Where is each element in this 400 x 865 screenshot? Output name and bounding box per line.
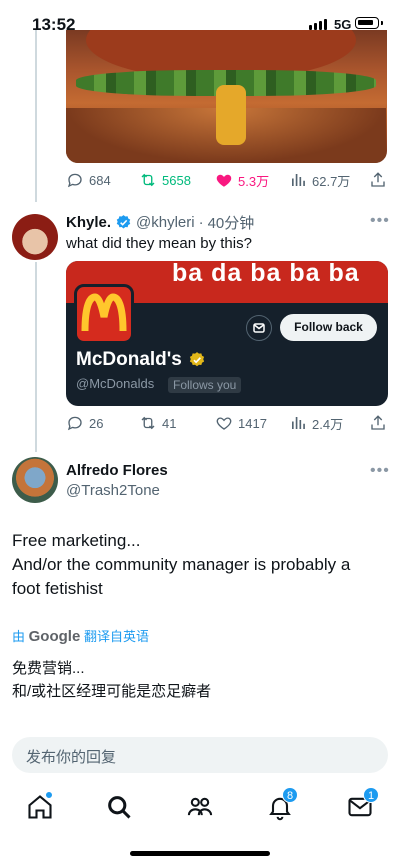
profile-card[interactable]: ba da ba ba ba Follow back McDonald's @M…	[66, 261, 388, 406]
views-count: 62.7万	[312, 173, 351, 189]
tweet-line: And/or the community manager is probably…	[12, 555, 351, 574]
like-count: 1417	[238, 415, 267, 431]
reply-placeholder: 发布你的回复	[26, 749, 117, 766]
home-icon[interactable]	[26, 791, 54, 821]
more-options-icon[interactable]: •••	[370, 462, 390, 480]
reply-count: 684	[89, 172, 111, 188]
share-button[interactable]	[369, 414, 387, 432]
author-name[interactable]: Alfredo Flores	[66, 462, 168, 479]
gold-verified-badge-icon	[189, 352, 204, 367]
share-icon	[371, 415, 385, 430]
like-button[interactable]: 1417	[215, 414, 289, 432]
translation-attribution[interactable]: 由 Google 翻译自英语	[12, 626, 149, 645]
author-handle[interactable]: @khyleri	[136, 214, 195, 231]
thread-line	[35, 30, 37, 202]
card-name: McDonald's	[76, 349, 182, 370]
notifications-icon[interactable]: 8	[266, 787, 298, 821]
google-logo: Google	[28, 628, 81, 645]
avatar-khyle[interactable]	[12, 214, 58, 260]
like-count: 5.3万	[238, 173, 270, 189]
main-tweet-text: Free marketing... And/or the community m…	[12, 529, 388, 601]
retweet-icon	[141, 416, 155, 430]
reply-input[interactable]: 发布你的回复	[12, 737, 388, 773]
thread-line	[35, 262, 37, 452]
retweet-count: 41	[162, 415, 177, 431]
author-handle[interactable]: @Trash2Tone	[66, 482, 160, 499]
avatar-alfredo[interactable]	[12, 457, 58, 503]
retweet-button[interactable]: 5658	[139, 171, 215, 189]
like-button[interactable]: 5.3万	[215, 171, 289, 190]
card-name-row: McDonald's	[76, 349, 206, 371]
views-button[interactable]: 2.4万	[289, 414, 369, 433]
translate-suffix: 翻译自英语	[83, 629, 149, 644]
translate-prefix: 由	[12, 629, 26, 644]
views-icon	[292, 174, 305, 186]
follow-back-button[interactable]: Follow back	[280, 314, 377, 341]
banner-text: ba da ba ba ba	[172, 261, 360, 287]
views-icon	[292, 417, 305, 429]
messages-icon[interactable]: 1	[346, 787, 379, 821]
tweet-image[interactable]	[66, 30, 387, 163]
communities-icon[interactable]	[186, 793, 214, 821]
author-name[interactable]: Khyle.	[66, 214, 111, 231]
notifications-badge: 8	[282, 787, 298, 803]
reply-icon	[67, 173, 82, 188]
tweet-time: 40分钟	[207, 215, 255, 232]
retweet-button[interactable]: 41	[139, 414, 215, 432]
views-count: 2.4万	[312, 416, 344, 432]
retweet-icon	[141, 173, 155, 187]
share-icon	[371, 172, 385, 187]
share-button[interactable]	[369, 171, 387, 189]
tweet-text: what did they mean by this?	[66, 235, 252, 252]
translated-text: 免费营销... 和/或社区经理可能是恋足癖者	[12, 657, 211, 703]
messages-badge: 1	[363, 787, 379, 803]
battery-nub	[381, 21, 383, 25]
tweet-line: Free marketing...	[12, 531, 141, 550]
tweet-actions: 684 5658 5.3万 62.7万	[66, 168, 388, 192]
heart-icon	[216, 417, 232, 430]
separator-dot: ·	[198, 214, 204, 231]
card-handle: @McDonalds	[76, 376, 155, 391]
home-indicator	[130, 851, 270, 856]
battery-icon	[355, 17, 379, 29]
reply-count: 26	[89, 415, 104, 431]
retweet-count: 5658	[162, 172, 191, 188]
mcdonalds-logo-icon	[74, 284, 134, 344]
signal-icon	[309, 19, 327, 30]
translated-line: 和/或社区经理可能是恋足癖者	[12, 683, 212, 700]
reply-icon	[67, 416, 82, 431]
reply-button[interactable]: 26	[66, 414, 139, 432]
cheese-shape	[216, 85, 246, 145]
tweet-header: Khyle. @khyleri · 40分钟	[66, 212, 254, 233]
follows-you-badge: Follows you	[168, 377, 242, 393]
verified-badge-icon	[116, 215, 131, 229]
message-button[interactable]	[246, 315, 272, 341]
more-options-icon[interactable]: •••	[370, 212, 390, 230]
heart-filled-icon	[216, 174, 232, 187]
search-icon[interactable]	[105, 793, 133, 821]
translated-line: 免费营销...	[12, 660, 85, 677]
envelope-icon	[253, 323, 265, 333]
reply-button[interactable]: 684	[66, 171, 139, 189]
views-button[interactable]: 62.7万	[289, 171, 369, 190]
home-badge	[45, 791, 53, 799]
tweet-line: foot fetishist	[12, 579, 103, 598]
tweet-actions: 26 41 1417 2.4万	[66, 411, 388, 435]
